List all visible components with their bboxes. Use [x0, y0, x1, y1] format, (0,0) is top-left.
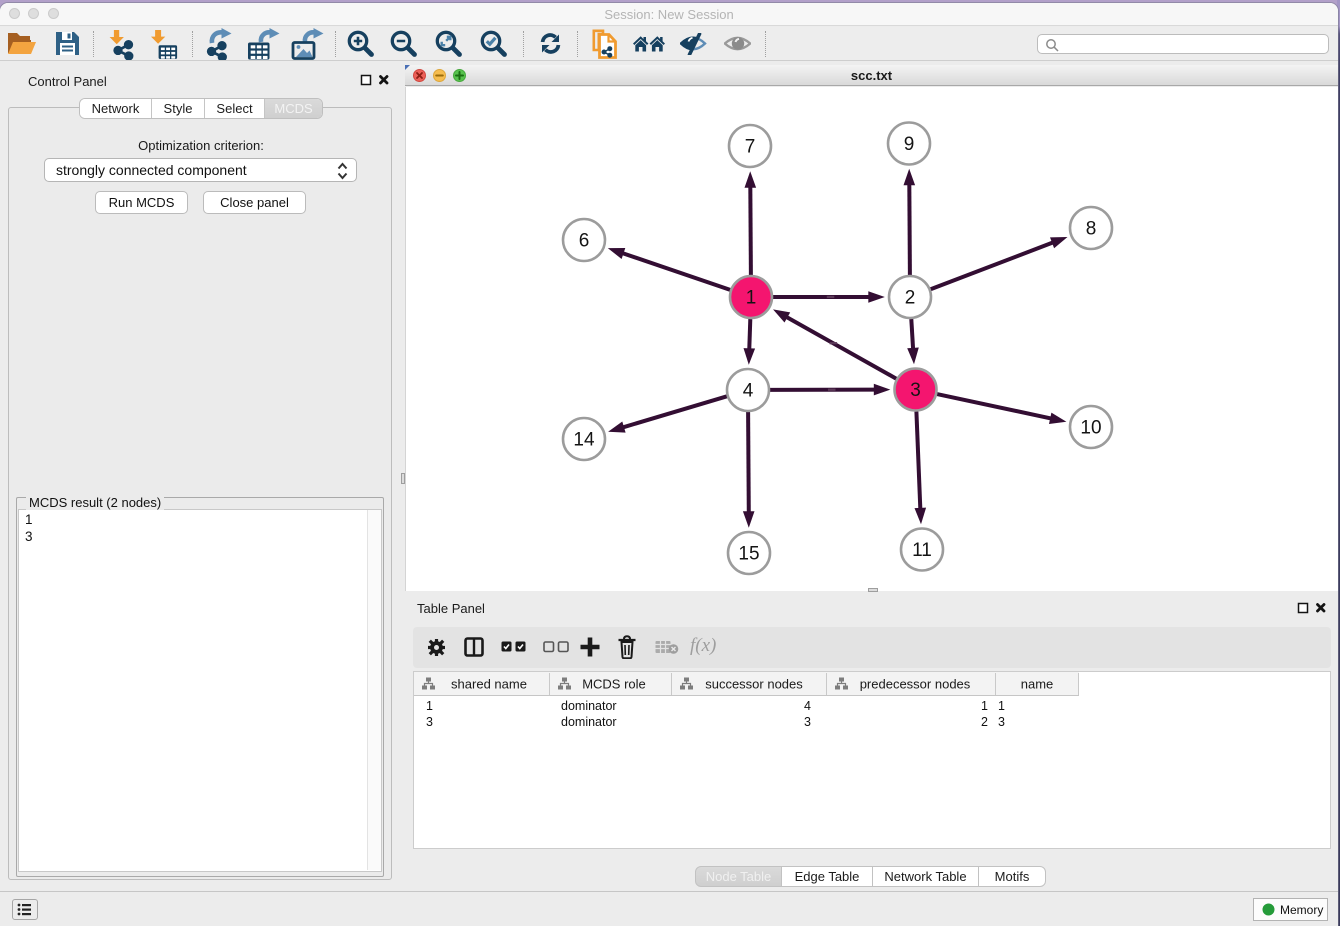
svg-text:8: 8 [1086, 219, 1097, 240]
svg-text:shared name: shared name [451, 677, 527, 692]
svg-text:3: 3 [910, 380, 921, 401]
svg-text:11: 11 [912, 540, 932, 561]
svg-text:predecessor nodes: predecessor nodes [860, 677, 971, 692]
svg-text:successor nodes: successor nodes [705, 677, 803, 692]
svg-text:7: 7 [745, 137, 756, 158]
svg-text:2: 2 [905, 288, 916, 309]
svg-text:14: 14 [573, 430, 595, 451]
svg-text:1: 1 [746, 288, 757, 309]
svg-text:9: 9 [904, 134, 915, 155]
svg-text:6: 6 [579, 231, 590, 252]
svg-text:4: 4 [743, 381, 754, 402]
svg-text:MCDS role: MCDS role [582, 677, 646, 692]
svg-text:15: 15 [738, 544, 759, 565]
svg-text:10: 10 [1080, 418, 1101, 439]
svg-text:name: name [1021, 677, 1054, 692]
